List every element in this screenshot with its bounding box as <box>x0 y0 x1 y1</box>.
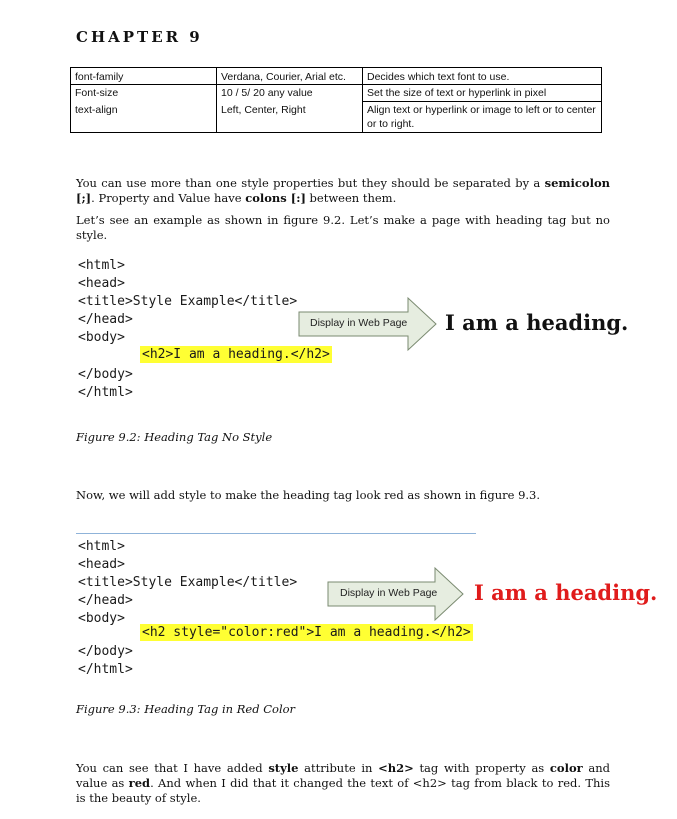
code-line: </html> <box>78 385 133 400</box>
text-run: You can see that I have added <box>76 761 269 775</box>
code-highlight-2: <h2 style="color:red">I am a heading.</h… <box>140 624 473 642</box>
code-block-1: <html> <head> <title>Style Example</title>… <box>78 257 297 347</box>
code-line: </html> <box>78 662 133 677</box>
rendered-heading-output: I am a heading. <box>445 310 629 335</box>
divider <box>76 533 476 534</box>
rendered-heading-output-red: I am a heading. <box>474 580 658 605</box>
css-properties-table: font-family Verdana, Courier, Arial etc.… <box>70 67 602 133</box>
figure-caption: Figure 9.2: Heading Tag No Style <box>76 430 273 444</box>
highlighted-code: <h2 style="color:red">I am a heading.</h… <box>140 624 473 641</box>
chapter-title: CHAPTER 9 <box>76 28 203 46</box>
text-run: attribute in <box>298 761 379 775</box>
code-line: <html> <box>78 539 125 554</box>
code-line: <body> <box>78 330 125 345</box>
text-bold: <h2> <box>378 761 414 775</box>
text-run: . Property and Value have <box>91 191 246 205</box>
table-cell: Decides which text font to use. <box>362 67 602 85</box>
code-line: <head> <box>78 557 125 572</box>
code-block-2-end: </body> </html> <box>78 643 133 679</box>
code-line: <html> <box>78 258 125 273</box>
arrow-label: Display in Web Page <box>310 317 408 329</box>
table-cell: 10 / 5/ 20 any value <box>216 84 363 102</box>
table-cell: Left, Center, Right <box>216 101 363 133</box>
table-cell: Align text or hyperlink or image to left… <box>362 101 602 133</box>
code-line: </body> <box>78 644 133 659</box>
arrow-label: Display in Web Page <box>340 587 438 599</box>
text-bold: colons [:] <box>245 191 306 205</box>
code-line: </head> <box>78 312 133 327</box>
code-line: <head> <box>78 276 125 291</box>
table-row: Font-size 10 / 5/ 20 any value Set the s… <box>70 84 602 102</box>
paragraph-summary: You can see that I have added style attr… <box>76 761 610 806</box>
text-bold: red <box>128 776 151 790</box>
code-block-1-end: </body> </html> <box>78 366 133 402</box>
code-line: </body> <box>78 367 133 382</box>
code-line: </head> <box>78 593 133 608</box>
code-line: <title>Style Example</title> <box>78 575 298 590</box>
table-cell: Set the size of text or hyperlink in pix… <box>362 84 602 102</box>
paragraph-example-intro: Let’s see an example as shown in figure … <box>76 213 610 242</box>
table-cell: text-align <box>70 101 217 133</box>
paragraph-separators: You can use more than one style properti… <box>76 176 610 206</box>
table-cell: Verdana, Courier, Arial etc. <box>216 67 363 85</box>
table-cell: Font-size <box>70 84 217 102</box>
text-run: between them. <box>305 191 397 205</box>
code-line: <title>Style Example</title> <box>78 294 298 309</box>
text-run: . And when I did that it changed the tex… <box>76 776 610 805</box>
figure-caption: Figure 9.3: Heading Tag in Red Color <box>76 702 296 716</box>
text-run: tag with property as <box>413 761 550 775</box>
text-bold: color <box>549 761 583 775</box>
table-row: text-align Left, Center, Right Align tex… <box>70 101 602 133</box>
text-run: You can use more than one style properti… <box>76 176 545 190</box>
paragraph-add-style: Now, we will add style to make the headi… <box>76 488 541 502</box>
table-cell: font-family <box>70 67 217 85</box>
code-block-2: <html> <head> <title>Style Example</title>… <box>78 538 297 628</box>
table-row: font-family Verdana, Courier, Arial etc.… <box>70 67 602 85</box>
text-bold: style <box>268 761 299 775</box>
